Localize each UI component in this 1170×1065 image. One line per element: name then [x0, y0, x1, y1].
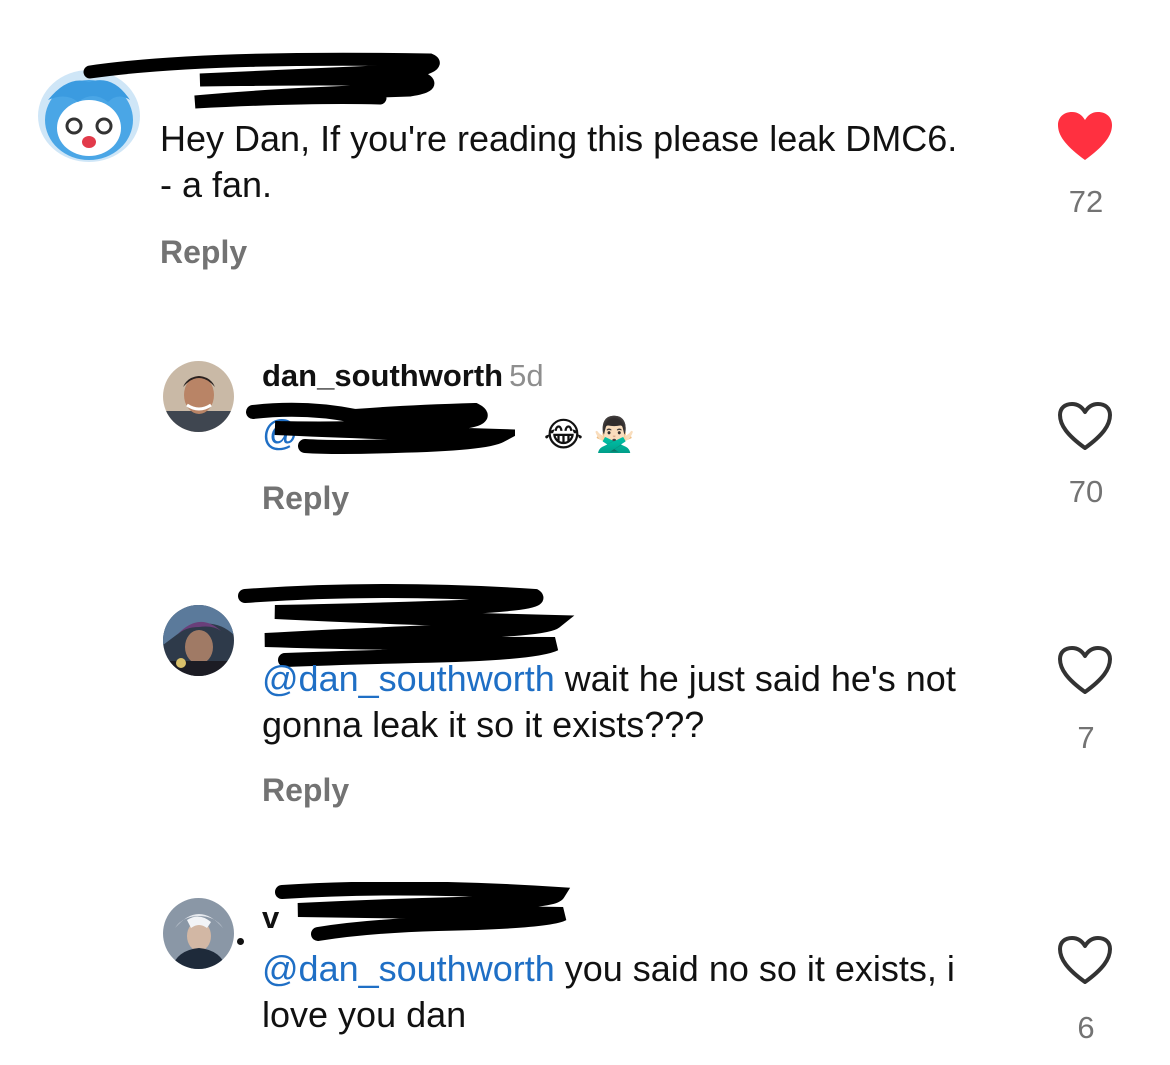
comment-3: @dan_southworth wait he just said he's n…	[0, 560, 1170, 830]
heart-filled-icon[interactable]	[1056, 110, 1114, 162]
laughing-emoji: 😂	[543, 415, 584, 456]
comment-text: @dan_southworth you said no so it exists…	[262, 946, 962, 1038]
like-count: 7	[1077, 720, 1095, 755]
man-photo-avatar[interactable]	[163, 361, 234, 432]
like-count: 70	[1068, 474, 1104, 509]
character-art-avatar[interactable]	[163, 605, 234, 676]
timestamp: 5d	[509, 358, 544, 393]
reply-button[interactable]: Reply	[262, 480, 349, 516]
unread-dot	[237, 938, 244, 945]
like-count: 6	[1077, 1010, 1095, 1045]
comment-text: Hey Dan, If you're reading this please l…	[160, 118, 958, 205]
mention-link[interactable]: @dan_southworth	[262, 658, 555, 699]
comment-1: Hey Dan, If you're reading this please l…	[0, 0, 1170, 300]
heart-outline-icon[interactable]	[1056, 934, 1114, 986]
comment-text: @dan_southworth wait he just said he's n…	[262, 656, 1022, 748]
heart-outline-icon[interactable]	[1056, 400, 1114, 452]
reply-button[interactable]: Reply	[262, 772, 349, 808]
comment-2: dan_southworth 5d @ 😂 🙅🏻‍♂️ Reply 70	[0, 300, 1170, 560]
username[interactable]: dan_southworth	[262, 358, 503, 393]
no-gesture-emoji: 🙅🏻‍♂️	[593, 415, 636, 456]
mention-redaction	[246, 402, 515, 454]
username-line: dan_southworth 5d	[262, 358, 544, 394]
like-count: 72	[1068, 184, 1104, 219]
reply-button[interactable]: Reply	[160, 234, 247, 270]
vergil-avatar[interactable]	[163, 898, 234, 969]
username-redaction	[275, 882, 571, 941]
heart-outline-icon[interactable]	[1056, 644, 1114, 696]
username-redaction	[83, 52, 440, 109]
mention-link[interactable]: @dan_southworth	[262, 948, 555, 989]
comment-4: v @dan_southworth you said no so it exis…	[0, 830, 1170, 1065]
